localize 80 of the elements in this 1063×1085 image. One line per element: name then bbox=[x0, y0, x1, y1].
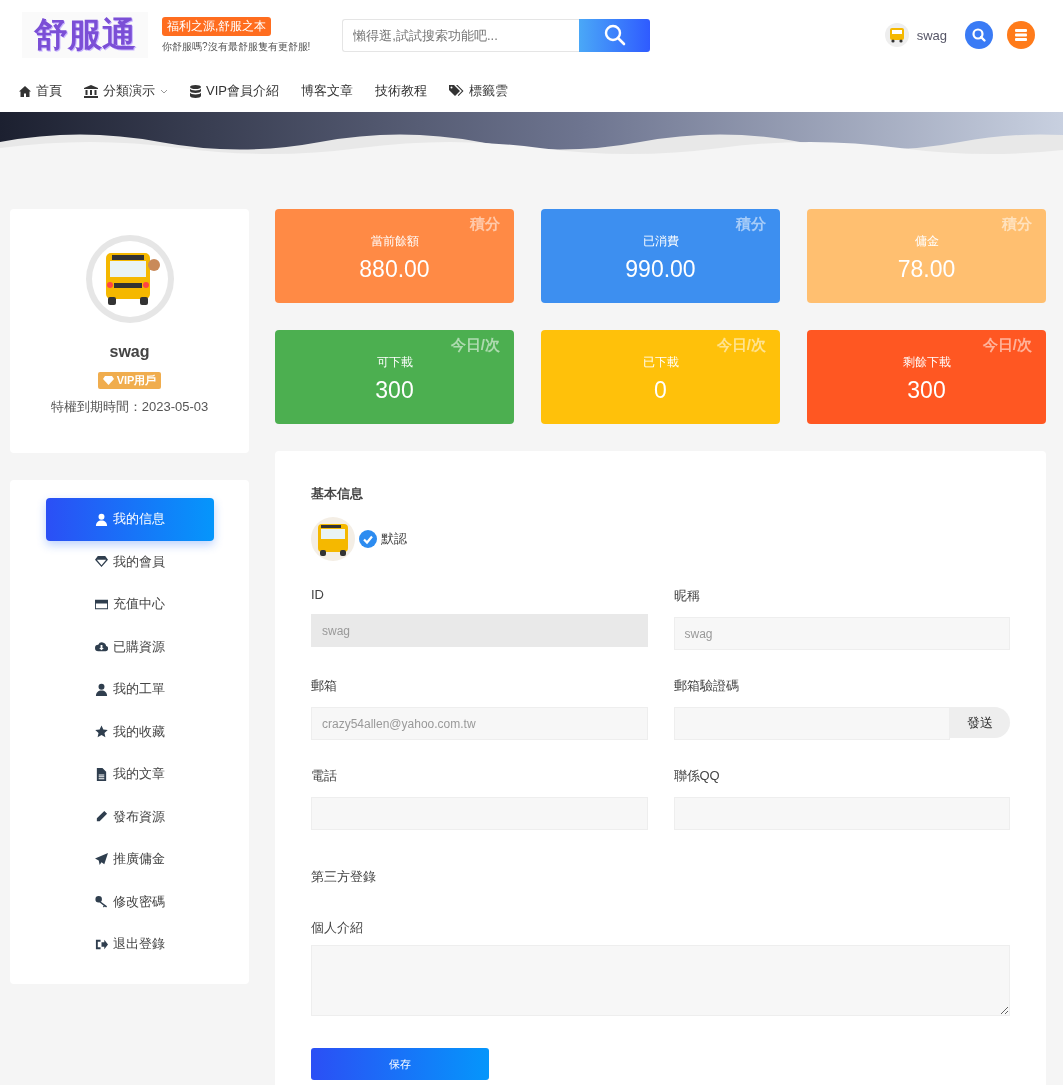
stat-label: 可下載 bbox=[376, 354, 413, 371]
stat-value: 0 bbox=[654, 377, 667, 404]
nav-link[interactable]: 分類演示 bbox=[84, 82, 168, 100]
bio-field[interactable] bbox=[311, 945, 1010, 1016]
bus-avatar-icon[interactable] bbox=[311, 517, 355, 561]
search-button[interactable] bbox=[579, 18, 651, 52]
field-label: 郵箱驗證碼 bbox=[673, 677, 740, 695]
menu-item[interactable]: 我的工單 bbox=[45, 668, 214, 711]
gem-icon bbox=[94, 555, 108, 569]
nav-link[interactable]: 標籤雲 bbox=[448, 82, 508, 100]
field-label: 郵箱 bbox=[311, 677, 338, 695]
stat-unit: 今日/次 bbox=[982, 336, 1032, 355]
stat-label: 傭金 bbox=[914, 233, 939, 250]
search-field[interactable]: 懶得逛,試試搜索功能吧... bbox=[342, 18, 580, 52]
file-icon bbox=[94, 767, 108, 781]
slogan-tag: 福利之源,舒服之本 bbox=[162, 16, 272, 36]
avatar-label: 默認 bbox=[381, 530, 407, 548]
nav-link[interactable]: 技術教程 bbox=[374, 82, 427, 100]
pencil-icon bbox=[94, 810, 108, 824]
menu-item[interactable]: 我的收藏 bbox=[45, 710, 214, 753]
stat-label: 剩餘下載 bbox=[902, 354, 951, 371]
database-icon bbox=[190, 84, 201, 98]
stat-label: 已下載 bbox=[642, 354, 679, 371]
profile-name: swag bbox=[109, 343, 150, 361]
field-label: 聯係QQ bbox=[673, 767, 721, 785]
section-label: 第三方登錄 bbox=[311, 868, 377, 886]
menu-item[interactable]: 我的文章 bbox=[45, 753, 214, 796]
field-label: 昵稱 bbox=[673, 587, 701, 605]
stat-value: 300 bbox=[375, 377, 414, 404]
stat-unit: 今日/次 bbox=[450, 336, 500, 355]
section-title: 基本信息 bbox=[311, 485, 364, 503]
menu-icon[interactable] bbox=[1007, 21, 1035, 49]
tags-icon bbox=[448, 85, 464, 97]
menu-item[interactable]: 充值中心 bbox=[45, 583, 214, 626]
nav-link[interactable]: 首頁 bbox=[19, 82, 62, 100]
stat-unit: 積分 bbox=[470, 215, 500, 234]
field-label: ID bbox=[311, 587, 325, 602]
card-icon bbox=[94, 597, 108, 611]
stat-value: 78.00 bbox=[897, 256, 956, 283]
menu-item[interactable]: 我的會員 bbox=[45, 540, 214, 583]
field-label: 個人介紹 bbox=[311, 919, 364, 937]
exit-icon bbox=[94, 937, 108, 951]
menu-item[interactable]: 推廣傭金 bbox=[45, 838, 214, 881]
stat-value: 880.00 bbox=[359, 256, 430, 283]
user-icon bbox=[94, 682, 108, 696]
stat-value: 990.00 bbox=[625, 256, 696, 283]
bank-icon bbox=[84, 84, 98, 98]
search-icon bbox=[603, 24, 626, 46]
nav-link[interactable]: 博客文章 bbox=[300, 82, 353, 100]
nav-link[interactable]: VIP會員介紹 bbox=[190, 82, 279, 100]
user-name[interactable]: swag bbox=[916, 27, 947, 43]
expiry-date: 特權到期時間：2023-05-03 bbox=[50, 398, 209, 416]
menu-item[interactable]: 我的信息 bbox=[45, 498, 214, 541]
cloud-icon bbox=[94, 640, 108, 654]
star-icon bbox=[94, 725, 108, 739]
check-icon bbox=[359, 530, 377, 548]
vip-label: VIP用戶 bbox=[116, 373, 157, 388]
stat-label: 當前餘額 bbox=[370, 233, 419, 250]
plane-icon bbox=[94, 852, 108, 866]
send-button[interactable]: 發送 bbox=[950, 707, 1010, 738]
save-button[interactable]: 保存 bbox=[311, 1048, 489, 1080]
tagline: 你舒服嗎?沒有最舒服隻有更舒服! bbox=[162, 39, 311, 54]
stat-unit: 積分 bbox=[1002, 215, 1032, 234]
site-logo[interactable]: 舒服通 bbox=[22, 12, 148, 58]
menu-item[interactable]: 發布資源 bbox=[45, 795, 214, 838]
stat-label: 已消費 bbox=[642, 233, 679, 250]
menu-item[interactable]: 已購資源 bbox=[45, 625, 214, 668]
menu-item[interactable]: 修改密碼 bbox=[45, 880, 214, 923]
key-icon bbox=[94, 895, 108, 909]
diamond-icon bbox=[102, 376, 114, 385]
menu-item[interactable]: 退出登錄 bbox=[45, 923, 214, 966]
stat-value: 300 bbox=[907, 377, 946, 404]
caret-icon bbox=[160, 88, 168, 94]
bus-avatar-icon bbox=[85, 235, 174, 323]
user-icon bbox=[94, 512, 108, 526]
home-icon bbox=[19, 85, 31, 97]
stat-unit: 今日/次 bbox=[716, 336, 766, 355]
field-label: 電話 bbox=[311, 767, 338, 785]
search-icon[interactable] bbox=[965, 21, 993, 49]
stat-unit: 積分 bbox=[736, 215, 766, 234]
